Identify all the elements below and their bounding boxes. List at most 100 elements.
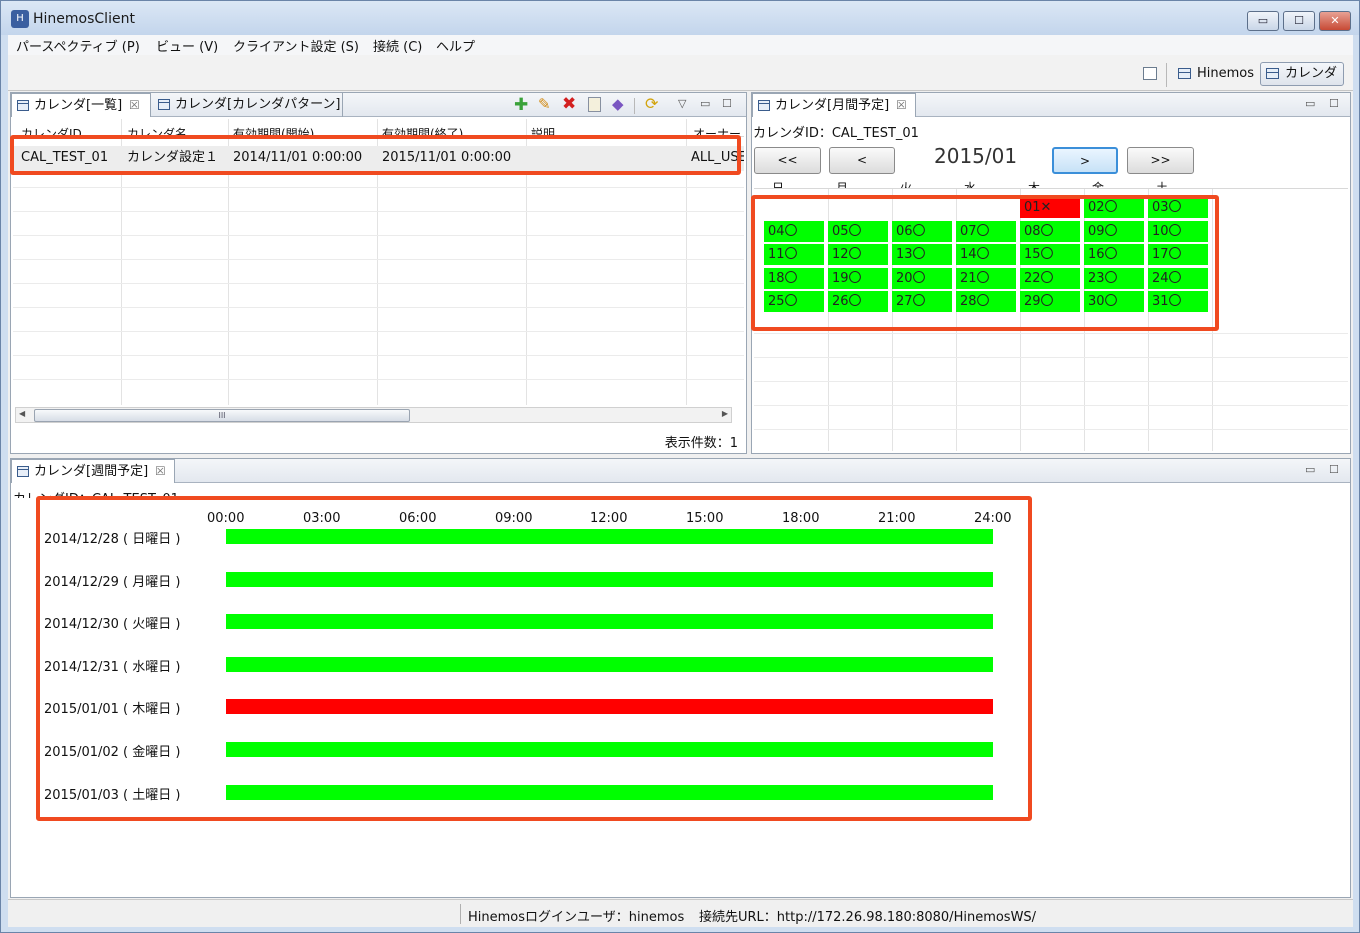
maximize-view-icon[interactable]: ☐ [1329,97,1339,110]
next-year-button[interactable]: >> [1127,147,1194,174]
grid-line [13,235,744,236]
edit-icon[interactable]: ✎ [538,95,551,113]
grid-line [13,283,744,284]
week-day-bar [226,784,993,800]
menu-bar: パースペクティブ (P) ビュー (V) クライアント設定 (S) 接続 (C)… [8,35,1353,55]
view-icon [17,466,29,477]
close-button[interactable]: ✕ [1319,11,1351,31]
grid-line [13,379,744,380]
week-day-label: 2015/01/02 ( 金曜日 ) [44,745,181,760]
tab-weekly-schedule[interactable]: カレンダ[週間予定] ☒ [11,459,175,483]
weekday-label: 水 [964,181,977,189]
view-tabs: カレンダ[一覧] ☒ カレンダ[カレンダパターン] ✚ ✎ ✖ ◆ ⟳ ▽ ▭ … [11,93,746,117]
perspective-icon [1178,68,1191,79]
grid-line [13,307,744,308]
perspective-toolbar: Hinemos カレンダ [8,55,1353,91]
add-icon[interactable]: ✚ [514,95,528,115]
application-window: H HinemosClient ▭ ☐ ✕ パースペクティブ (P) ビュー (… [0,0,1360,933]
hour-label: 21:00 [878,511,916,526]
tab-calendar-pattern[interactable]: カレンダ[カレンダパターン] [153,93,343,117]
hinemos-app-icon: H [11,10,29,28]
delete-icon[interactable]: ✖ [562,94,576,114]
week-day-label: 2014/12/28 ( 日曜日 ) [44,532,181,547]
horizontal-scrollbar[interactable]: ◀ III ▶ [15,407,732,423]
grid-line [13,355,744,356]
perspective-hinemos[interactable]: Hinemos [1172,62,1261,86]
refresh-icon[interactable]: ⟳ [645,94,658,113]
hour-label: 12:00 [590,511,628,526]
prev-year-button[interactable]: << [754,147,821,174]
highlight-box [751,195,1219,331]
object-privilege-icon[interactable]: ◆ [612,95,624,113]
title-bar: H HinemosClient ▭ ☐ ✕ [1,1,1359,35]
week-day-label: 2015/01/01 ( 木曜日 ) [44,702,181,718]
view-tabs: カレンダ[月間予定] ☒ ▭ ☐ [752,93,1350,117]
row-count-label: 表示件数：1 [664,436,738,451]
minimize-view-icon[interactable]: ▭ [700,97,710,110]
week-day-bar [226,742,993,757]
menu-connection[interactable]: 接続 (C) [373,36,422,55]
minimize-view-icon[interactable]: ▭ [1305,97,1315,110]
open-perspective-icon[interactable] [1143,67,1157,80]
close-icon[interactable]: ☒ [155,460,166,483]
tab-label: カレンダ[月間予定] [775,98,890,113]
scroll-thumb[interactable]: III [34,409,410,422]
grid-line [13,211,744,212]
grid-line [754,333,1348,334]
menu-client-settings[interactable]: クライアント設定 (S) [233,36,359,55]
weekday-label: 金 [1092,181,1105,189]
scroll-left-icon[interactable]: ◀ [19,409,25,418]
weekday-label: 月 [836,181,849,189]
close-icon[interactable]: ☒ [896,94,907,117]
tab-monthly-schedule[interactable]: カレンダ[月間予定] ☒ [752,93,916,117]
window-title: HinemosClient [33,11,135,27]
grid-line [754,429,1348,430]
view-menu-icon[interactable]: ▽ [678,97,686,110]
weekday-label: 火 [900,181,913,189]
view-icon [17,100,29,111]
tab-calendar-list[interactable]: カレンダ[一覧] ☒ [11,93,151,117]
perspective-icon [1266,68,1279,79]
minimize-button[interactable]: ▭ [1247,11,1279,31]
copy-icon[interactable] [588,97,601,112]
grid-line [754,357,1348,358]
hour-label: 00:00 [207,511,245,526]
maximize-view-icon[interactable]: ☐ [722,97,732,110]
perspective-label: Hinemos [1197,66,1255,81]
grid-line [13,331,744,332]
view-tabs: カレンダ[週間予定] ☒ ▭ ☐ [11,459,1350,483]
calendar-id-label: カレンダID：CAL_TEST_01 [753,126,919,141]
grid-line [754,381,1348,382]
hour-label: 03:00 [303,511,341,526]
current-month-label: 2015/01 [934,144,1018,168]
week-day-label: 2014/12/30 ( 火曜日 ) [44,617,181,633]
week-day-bar [226,529,993,544]
tab-label: カレンダ[週間予定] [34,464,149,479]
minimize-view-icon[interactable]: ▭ [1305,463,1315,476]
grid-line [754,405,1348,406]
weekday-label: 土 [1156,181,1169,189]
next-month-button[interactable]: > [1052,147,1118,174]
menu-perspective[interactable]: パースペクティブ (P) [16,36,140,55]
status-bar: Hinemosログインユーザ：hinemos 接続先URL：http://172… [8,899,1353,927]
hour-label: 06:00 [399,511,437,526]
close-icon[interactable]: ☒ [129,94,140,117]
perspective-calendar[interactable]: カレンダ [1260,62,1345,86]
connection-url-status: 接続先URL：http://172.26.98.180:8080/Hinemos… [699,910,1037,925]
maximize-button[interactable]: ☐ [1283,11,1315,31]
week-day-bar [226,614,993,630]
week-day-label: 2015/01/03 ( 土曜日 ) [44,787,181,803]
view-icon [758,100,770,111]
weekday-label: 日 [772,181,785,189]
menu-view[interactable]: ビュー (V) [156,36,218,55]
scroll-right-icon[interactable]: ▶ [722,409,728,418]
hour-label: 09:00 [495,511,533,526]
prev-month-button[interactable]: < [829,147,895,174]
maximize-view-icon[interactable]: ☐ [1329,463,1339,476]
menu-help[interactable]: ヘルプ [436,36,475,55]
grid-line [13,187,744,188]
week-day-label: 2014/12/31 ( 水曜日 ) [44,659,181,675]
hour-label: 24:00 [974,511,1012,526]
week-day-bar [226,656,993,672]
status-separator [460,904,461,924]
